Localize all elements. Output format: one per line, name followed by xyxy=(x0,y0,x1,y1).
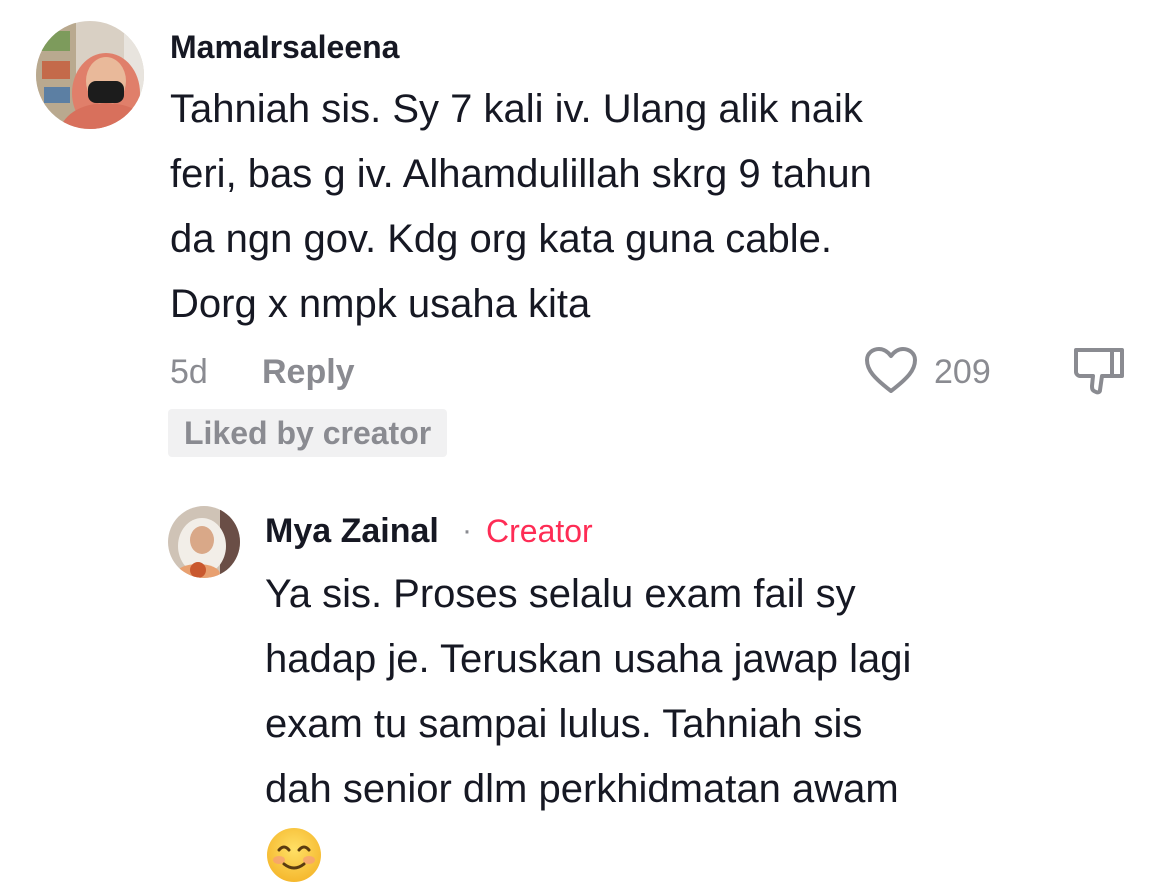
heart-outline-icon xyxy=(865,347,917,393)
reply-text-line: exam tu sampai lulus. Tahniah sis xyxy=(265,702,863,746)
comment-text-line: da ngn gov. Kdg org kata guna cable. xyxy=(170,217,832,261)
comment-username[interactable]: MamaIrsaleena xyxy=(170,27,399,67)
like-count: 209 xyxy=(934,353,991,391)
separator-dot: · xyxy=(462,514,472,547)
avatar[interactable] xyxy=(168,506,240,578)
reply-text-line: Ya sis. Proses selalu exam fail sy xyxy=(265,572,856,616)
like-button[interactable] xyxy=(864,346,918,396)
comment-text: Tahniah sis. Sy 7 kali iv. Ulang alik na… xyxy=(170,77,1070,337)
comment-text-line: feri, bas g iv. Alhamdulillah skrg 9 tah… xyxy=(170,152,872,196)
reply-button[interactable]: Reply xyxy=(262,351,355,393)
comment-text-line: Tahniah sis. Sy 7 kali iv. Ulang alik na… xyxy=(170,87,863,131)
reply-username[interactable]: Mya Zainal xyxy=(265,510,439,552)
comment-age: 5d xyxy=(170,353,208,391)
liked-by-creator-badge: Liked by creator xyxy=(168,409,448,457)
reply-item: Mya Zainal · Creator Ya sis. Proses sela… xyxy=(0,490,1170,882)
avatar-image xyxy=(36,21,144,129)
avatar-image xyxy=(168,506,240,578)
creator-tag: Creator xyxy=(486,513,593,549)
smiling-face-emoji-icon xyxy=(265,826,323,884)
reply-text-line: dah senior dlm perkhidmatan awam xyxy=(265,767,899,811)
dislike-button[interactable] xyxy=(1072,346,1126,396)
avatar[interactable] xyxy=(36,21,144,129)
thumbs-down-icon xyxy=(1074,348,1124,395)
reply-text-line: hadap je. Teruskan usaha jawap lagi xyxy=(265,637,912,681)
reply-text: Ya sis. Proses selalu exam fail sy hadap… xyxy=(265,562,1145,822)
comment-item: MamaIrsaleena Tahniah sis. Sy 7 kali iv.… xyxy=(0,0,1170,470)
comment-text-line: Dorg x nmpk usaha kita xyxy=(170,282,591,326)
